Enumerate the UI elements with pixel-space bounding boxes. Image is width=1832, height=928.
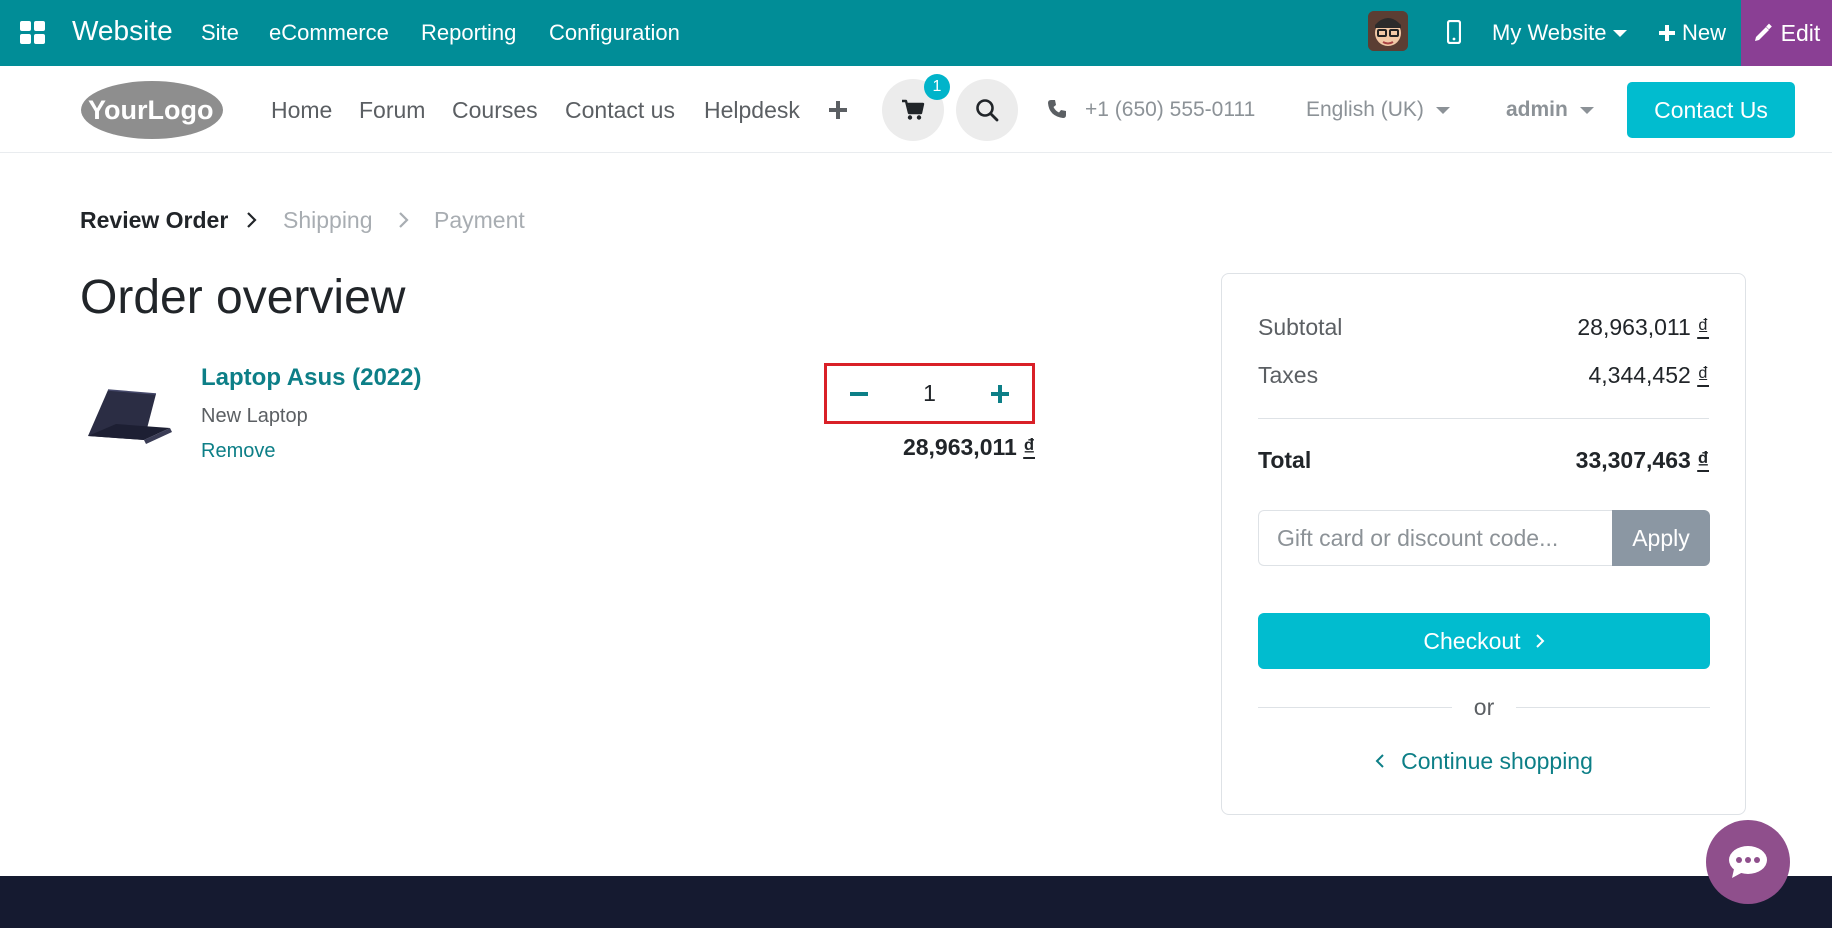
phone-number[interactable]: +1 (650) 555-0111	[1085, 98, 1255, 122]
menu-configuration[interactable]: Configuration	[549, 20, 680, 46]
coupon-form: Apply	[1258, 510, 1710, 566]
taxes-row: Taxes 4,344,452 ₫	[1258, 362, 1709, 389]
website-switcher-label: My Website	[1492, 20, 1607, 45]
quantity-input[interactable]: 1	[923, 380, 936, 407]
contact-us-button[interactable]: Contact Us	[1627, 82, 1795, 138]
page-title: Order overview	[80, 271, 406, 324]
divider-line	[1258, 706, 1452, 708]
step-payment: Payment	[434, 207, 525, 233]
subtotal-row: Subtotal 28,963,011 ₫	[1258, 314, 1709, 341]
menu-reporting[interactable]: Reporting	[421, 20, 516, 46]
subtotal-label: Subtotal	[1258, 314, 1343, 340]
admin-navbar: Website Site eCommerce Reporting Configu…	[0, 0, 1832, 66]
live-chat-button[interactable]	[1706, 820, 1790, 904]
currency-symbol: ₫	[1697, 362, 1709, 388]
site-logo[interactable]: YourLogo	[80, 80, 224, 140]
shopping-cart-icon	[901, 99, 925, 121]
coupon-code-input[interactable]	[1258, 510, 1612, 566]
website-switcher[interactable]: My Website	[1492, 20, 1627, 46]
language-label: English (UK)	[1306, 98, 1424, 121]
edit-label: Edit	[1780, 19, 1821, 46]
taxes-label: Taxes	[1258, 362, 1319, 388]
edit-button[interactable]: Edit	[1741, 0, 1832, 66]
nav-courses[interactable]: Courses	[452, 97, 538, 124]
caret-down-icon	[1612, 29, 1627, 37]
new-label: New	[1682, 20, 1727, 45]
total-value: 33,307,463	[1575, 447, 1691, 473]
user-name: admin	[1506, 98, 1568, 121]
language-selector[interactable]: English (UK)	[1306, 98, 1450, 122]
chat-bubble-icon	[1728, 845, 1768, 879]
pencil-icon	[1753, 23, 1773, 43]
line-price-value: 28,963,011	[902, 434, 1017, 460]
new-button[interactable]: New	[1658, 20, 1726, 46]
taxes-amount: 4,344,452 ₫	[1588, 362, 1709, 389]
quantity-stepper: 1	[824, 363, 1035, 424]
menu-site[interactable]: Site	[201, 20, 239, 46]
nav-helpdesk[interactable]: Helpdesk	[704, 97, 800, 124]
summary-divider	[1258, 418, 1709, 419]
search-icon	[975, 98, 999, 122]
apps-grid-icon[interactable]	[20, 21, 46, 45]
add-menu-plus-icon[interactable]	[828, 100, 848, 120]
total-label: Total	[1258, 447, 1312, 473]
total-row: Total 33,307,463 ₫	[1258, 447, 1709, 474]
minus-icon[interactable]	[849, 384, 869, 404]
step-shipping: Shipping	[283, 207, 373, 233]
search-button[interactable]	[956, 79, 1018, 141]
plus-icon	[1658, 24, 1676, 42]
continue-shopping-link[interactable]: Continue shopping	[1258, 744, 1710, 778]
checkout-label: Checkout	[1423, 627, 1521, 654]
app-name[interactable]: Website	[72, 15, 173, 47]
currency-symbol: ₫	[1023, 434, 1035, 460]
caret-down-icon	[1579, 106, 1594, 114]
currency-symbol: ₫	[1697, 447, 1709, 473]
caret-down-icon	[1435, 106, 1450, 114]
chevron-right-icon	[1535, 633, 1545, 649]
nav-forum[interactable]: Forum	[359, 97, 425, 124]
remove-link[interactable]: Remove	[201, 440, 275, 463]
nav-contact-us[interactable]: Contact us	[565, 97, 675, 124]
user-menu[interactable]: admin	[1506, 98, 1594, 122]
or-separator: or	[1258, 692, 1711, 722]
continue-shopping-label: Continue shopping	[1401, 747, 1593, 774]
line-price: 28,963,011 ₫	[860, 434, 1035, 461]
chevron-right-icon	[246, 211, 258, 229]
chevron-left-icon	[1375, 753, 1385, 769]
divider-line	[1516, 706, 1711, 708]
checkout-button[interactable]: Checkout	[1258, 613, 1710, 669]
or-text: or	[1473, 693, 1495, 720]
phone-icon	[1047, 99, 1067, 119]
taxes-value: 4,344,452	[1588, 362, 1691, 388]
menu-ecommerce[interactable]: eCommerce	[269, 20, 389, 46]
subtotal-value: 28,963,011	[1577, 314, 1691, 340]
step-review-order: Review Order	[80, 207, 229, 233]
mobile-preview-icon[interactable]	[1447, 20, 1461, 44]
nav-home[interactable]: Home	[271, 97, 332, 124]
product-name-link[interactable]: Laptop Asus (2022)	[201, 364, 422, 392]
total-amount: 33,307,463 ₫	[1576, 447, 1709, 474]
site-footer	[0, 876, 1832, 928]
user-avatar[interactable]	[1368, 11, 1408, 51]
chevron-right-icon	[398, 211, 410, 229]
currency-symbol: ₫	[1697, 314, 1709, 340]
logo-text: YourLogo	[88, 95, 213, 125]
product-image[interactable]	[82, 378, 176, 448]
product-description: New Laptop	[201, 405, 308, 427]
plus-icon[interactable]	[990, 384, 1010, 404]
cart-count-badge: 1	[924, 74, 950, 100]
subtotal-amount: 28,963,011 ₫	[1577, 314, 1709, 341]
apply-button[interactable]: Apply	[1612, 510, 1710, 566]
order-summary-card: Subtotal 28,963,011 ₫ Taxes 4,344,452 ₫ …	[1221, 273, 1746, 815]
